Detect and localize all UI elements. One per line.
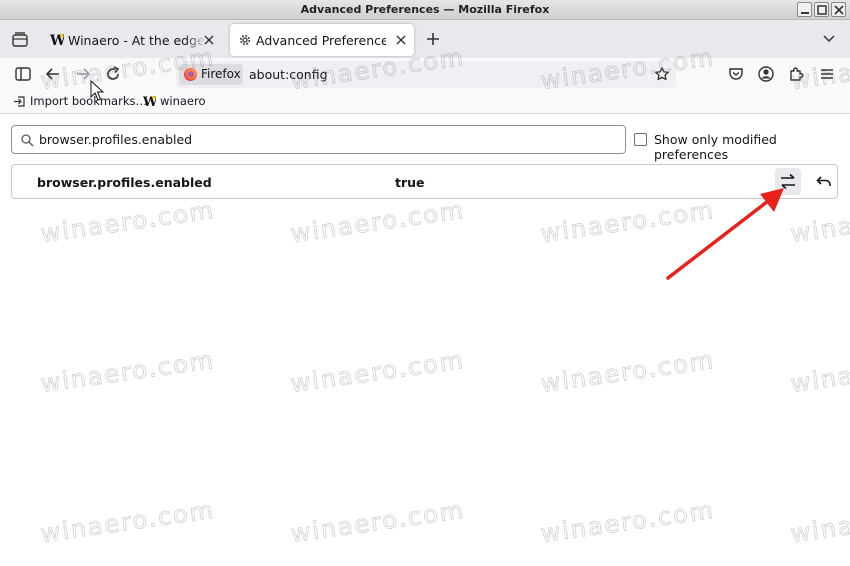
watermark-text: winaero.com — [288, 195, 467, 249]
watermark-text: winaero.com — [538, 345, 717, 399]
new-tab-icon[interactable] — [424, 30, 442, 48]
pocket-icon[interactable] — [727, 65, 745, 83]
bookmarks-toolbar: Import bookmarks… W winaero — [0, 90, 850, 114]
show-modified-checkbox[interactable] — [634, 133, 647, 146]
close-tab-icon[interactable] — [394, 33, 408, 47]
window-controls — [797, 2, 846, 17]
close-window-button[interactable] — [831, 2, 846, 17]
toggle-arrows-icon — [781, 173, 795, 190]
tab-label: Winaero - At the edge of tweaking — [68, 33, 206, 48]
undo-icon — [816, 176, 831, 186]
watermark-text: winaero.com — [288, 495, 467, 549]
tab-label: Advanced Preferences — [256, 33, 386, 48]
star-bookmark-icon[interactable] — [654, 66, 670, 82]
identity-label: Firefox — [201, 67, 241, 81]
firefox-logo-icon — [184, 68, 197, 81]
menu-icon[interactable] — [818, 65, 836, 83]
winaero-w-icon: W — [143, 95, 156, 108]
watermark-text: winaero.com — [38, 345, 217, 399]
bookmark-label: winaero — [160, 94, 206, 108]
close-icon — [834, 5, 844, 15]
navigation-toolbar: Firefox about:config — [0, 58, 850, 90]
tab-winaero[interactable]: W Winaero - At the edge of tweaking — [42, 24, 222, 56]
close-tab-icon[interactable] — [202, 33, 216, 47]
watermark-text: winaero.com — [538, 195, 717, 249]
sidebar-icon[interactable] — [14, 65, 32, 83]
bookmark-import[interactable]: Import bookmarks… — [13, 94, 147, 108]
identity-box[interactable]: Firefox — [179, 64, 243, 85]
account-icon[interactable] — [757, 65, 775, 83]
minimize-icon — [801, 12, 809, 14]
search-icon — [21, 134, 34, 147]
extensions-icon[interactable] — [788, 65, 806, 83]
back-icon[interactable] — [44, 65, 62, 83]
watermark-text: winaero.com — [38, 195, 217, 249]
address-bar[interactable]: Firefox about:config — [176, 61, 676, 88]
url-text[interactable]: about:config — [249, 67, 328, 82]
toggle-button[interactable] — [775, 168, 801, 195]
preference-row: browser.profiles.enabled true — [11, 164, 838, 199]
gear-icon — [239, 34, 251, 46]
watermark-text: winaero.com — [788, 195, 850, 249]
search-input[interactable] — [39, 130, 609, 149]
import-icon — [14, 95, 25, 107]
winaero-w-icon: W — [50, 33, 64, 47]
watermark-text: winaero.com — [288, 345, 467, 399]
watermark-text: winaero.com — [788, 345, 850, 399]
window-titlebar: Advanced Preferences — Mozilla Firefox — [0, 0, 850, 20]
tab-advanced-preferences[interactable]: Advanced Preferences — [230, 24, 414, 56]
bookmark-label: Import bookmarks… — [30, 94, 147, 108]
maximize-button[interactable] — [814, 2, 829, 17]
reload-icon[interactable] — [104, 65, 122, 83]
window-title: Advanced Preferences — Mozilla Firefox — [300, 3, 550, 16]
minimize-button[interactable] — [797, 2, 812, 17]
watermark-text: winaero.com — [788, 495, 850, 549]
chevron-down-icon[interactable] — [821, 30, 837, 46]
preference-value[interactable]: true — [395, 175, 425, 190]
watermark-text: winaero.com — [538, 495, 717, 549]
bookmark-winaero[interactable]: W winaero — [143, 94, 206, 108]
reset-button[interactable] — [811, 168, 837, 195]
show-modified-label[interactable]: Show only modified preferences — [654, 132, 850, 162]
forward-icon[interactable] — [74, 65, 92, 83]
preference-name: browser.profiles.enabled — [37, 175, 212, 190]
maximize-icon — [817, 5, 827, 15]
preference-search-box — [11, 125, 626, 154]
firefox-view-icon[interactable] — [10, 30, 30, 50]
watermark-text: winaero.com — [38, 495, 217, 549]
